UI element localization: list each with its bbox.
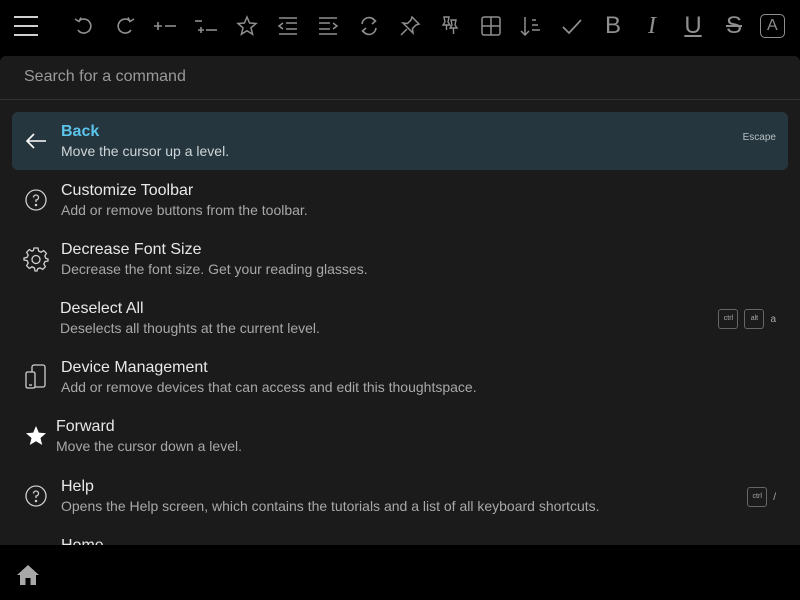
command-label: Forward — [56, 418, 115, 435]
command-search-input[interactable] — [24, 66, 764, 88]
command-label: Help — [61, 478, 94, 495]
strikethrough-icon[interactable]: S — [718, 10, 750, 42]
shortcut-key: a — [770, 313, 776, 325]
gear-icon — [22, 245, 50, 273]
pin-all-icon[interactable] — [434, 10, 466, 42]
strikethrough-glyph: S — [725, 12, 742, 39]
command-description: Add or remove buttons from the toolbar. — [61, 202, 308, 218]
swap-icon[interactable] — [353, 10, 385, 42]
shortcut-modifier-alt: alt — [744, 309, 765, 329]
toolbar: B I U S A — [0, 0, 800, 52]
command-home[interactable]: Home — [12, 526, 788, 545]
new-subthought-icon[interactable] — [190, 10, 222, 42]
italic-glyph: I — [648, 13, 656, 39]
command-label: Customize Toolbar — [61, 182, 194, 199]
bold-glyph: B — [604, 12, 621, 39]
search-row — [0, 56, 800, 100]
shortcut-modifier-ctrl: ctrl — [747, 487, 768, 507]
command-deselect-all[interactable]: Deselect All Deselects all thoughts at t… — [12, 289, 788, 347]
command-forward[interactable]: Forward Move the cursor down a level. — [12, 407, 788, 465]
home-icon[interactable] — [16, 564, 40, 586]
bold-icon[interactable]: B — [597, 10, 629, 42]
shortcut: ctrl / — [747, 487, 776, 507]
italic-icon[interactable]: I — [636, 10, 668, 42]
command-device-management[interactable]: Device Management Add or remove devices … — [12, 348, 788, 406]
command-back[interactable]: Back Move the cursor up a level. Escape — [12, 112, 788, 170]
shortcut-key: Escape — [742, 132, 776, 143]
command-description: Move the cursor up a level. — [61, 143, 230, 159]
star-icon — [22, 422, 50, 450]
pin-icon[interactable] — [394, 10, 426, 42]
favorite-star-icon[interactable] — [231, 10, 263, 42]
shortcut-key: / — [773, 491, 776, 503]
arrow-left-icon — [22, 127, 50, 155]
shortcut-modifier-ctrl: ctrl — [718, 309, 739, 329]
command-description: Decrease the font size. Get your reading… — [61, 261, 368, 277]
command-help[interactable]: Help Opens the Help screen, which contai… — [12, 467, 788, 525]
mark-done-icon[interactable] — [556, 10, 588, 42]
command-label: Home — [61, 537, 104, 545]
new-thought-icon[interactable] — [149, 10, 181, 42]
text-color-icon[interactable]: A — [760, 10, 788, 42]
command-decrease-font-size[interactable]: Decrease Font Size Decrease the font siz… — [12, 230, 788, 288]
sort-icon[interactable] — [515, 10, 547, 42]
shortcut: Escape — [743, 132, 776, 143]
command-label: Deselect All — [60, 300, 144, 317]
command-description: Move the cursor down a level. — [56, 438, 242, 454]
undo-icon[interactable] — [68, 10, 100, 42]
devices-icon — [22, 363, 50, 391]
command-description: Deselects all thoughts at the current le… — [60, 320, 320, 336]
table-view-icon[interactable] — [475, 10, 507, 42]
hamburger-menu-icon[interactable] — [14, 14, 40, 38]
underline-glyph: U — [684, 12, 702, 39]
question-circle-icon — [22, 482, 50, 510]
command-label: Decrease Font Size — [61, 241, 202, 258]
command-description: Add or remove devices that can access an… — [61, 379, 477, 395]
question-circle-icon — [22, 186, 50, 214]
command-customize-toolbar[interactable]: Customize Toolbar Add or remove buttons … — [12, 171, 788, 229]
shortcut: ctrl alt a — [718, 309, 776, 329]
text-color-glyph: A — [760, 14, 785, 38]
command-palette: Back Move the cursor up a level. Escape … — [0, 56, 800, 545]
redo-icon[interactable] — [109, 10, 141, 42]
underline-icon[interactable]: U — [677, 10, 709, 42]
indent-icon[interactable] — [312, 10, 344, 42]
command-label: Device Management — [61, 359, 208, 376]
command-description: Opens the Help screen, which contains th… — [61, 498, 600, 514]
command-label: Back — [61, 123, 100, 140]
outdent-icon[interactable] — [272, 10, 304, 42]
